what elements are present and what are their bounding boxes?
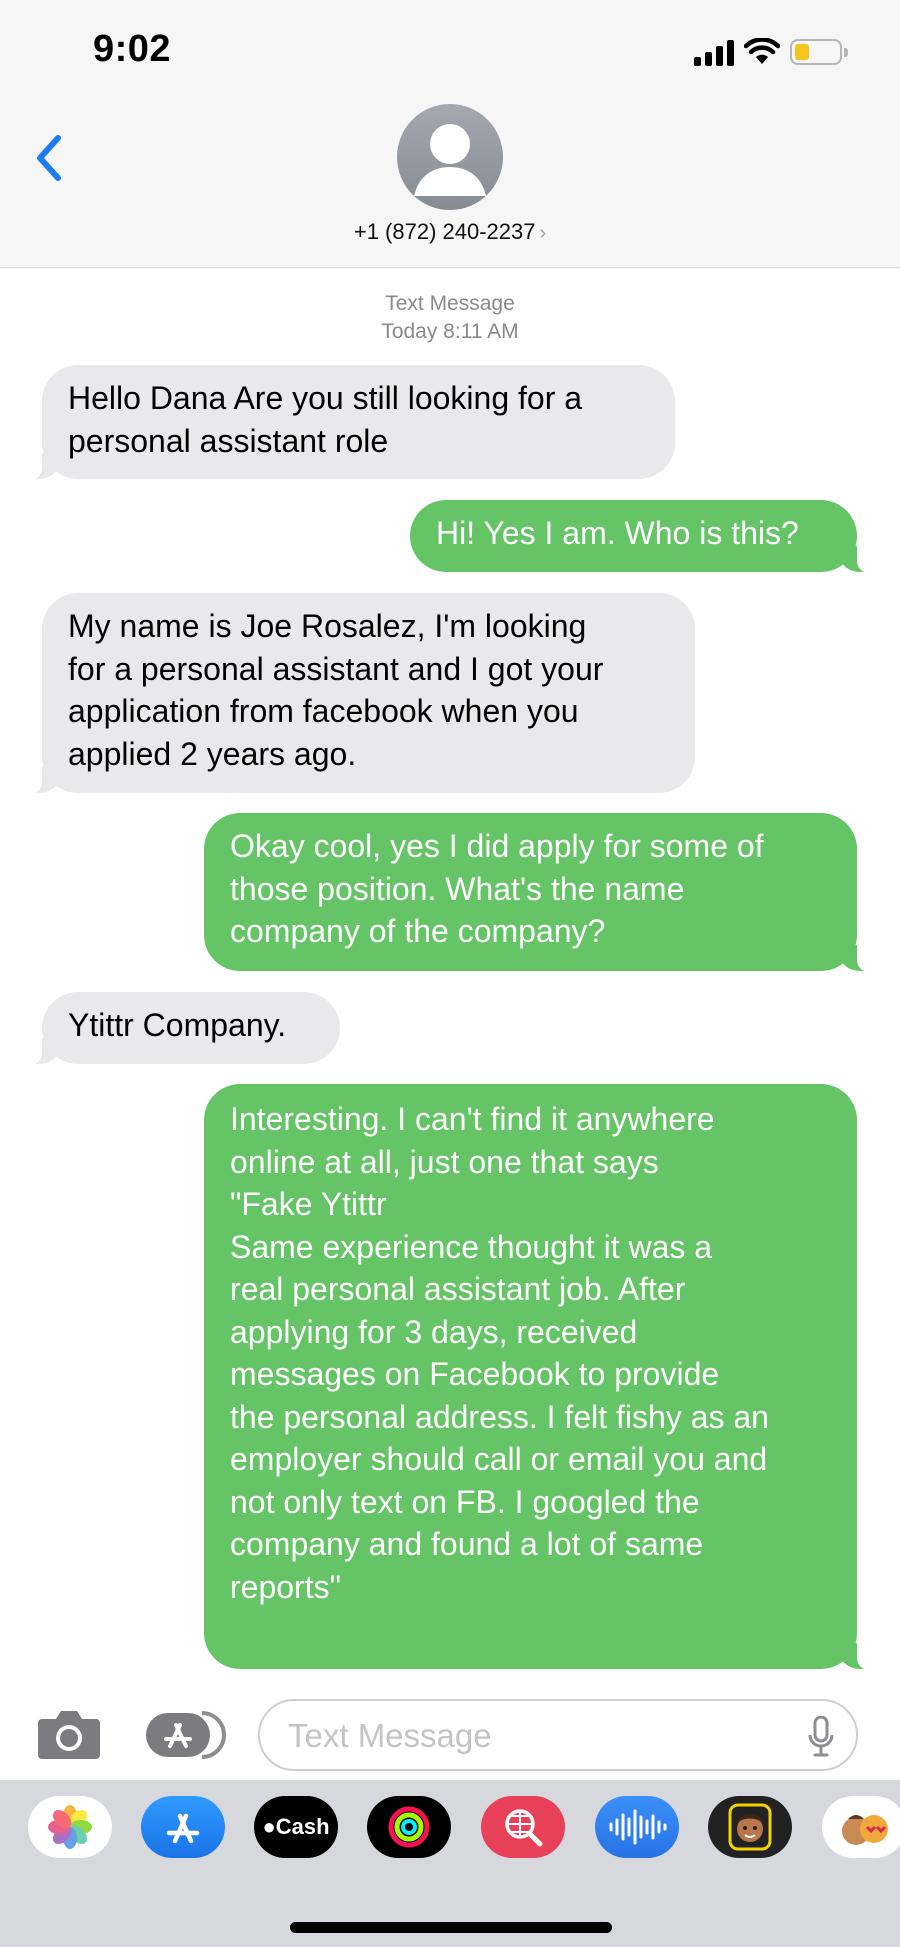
waveform-icon <box>609 1809 667 1845</box>
message-bubble-outgoing[interactable]: Interesting. I can't find it anywhere on… <box>204 1084 877 1670</box>
apple-cash-label: Cash <box>275 1814 330 1839</box>
message-bubble-outgoing[interactable]: Hi! Yes I am. Who is this? <box>410 500 877 573</box>
microphone-icon[interactable] <box>808 1716 834 1758</box>
image-search-icon[interactable] <box>481 1796 565 1858</box>
message-bubble-incoming[interactable]: Hello Dana Are you still looking for a p… <box>22 365 675 480</box>
message-input[interactable]: Text Message <box>258 1699 858 1771</box>
photos-icon[interactable] <box>28 1796 112 1858</box>
apple-logo-icon: ● <box>262 1814 276 1839</box>
contact-number[interactable]: +1 (872) 240-2237 <box>354 219 536 244</box>
animoji-icon[interactable] <box>822 1796 900 1858</box>
message-text: Hello Dana Are you still looking for a p… <box>68 380 583 459</box>
message-text: Hi! Yes I am. Who is this? <box>436 515 799 551</box>
battery-icon <box>790 39 848 65</box>
message-text: Interesting. I can't find it anywhere on… <box>230 1101 769 1605</box>
cellular-signal-icon <box>694 38 734 66</box>
apple-cash-icon[interactable]: ● Cash <box>254 1796 338 1858</box>
person-silhouette-icon <box>414 124 486 196</box>
memoji-icon[interactable] <box>708 1796 792 1858</box>
message-input-placeholder: Text Message <box>288 1717 492 1754</box>
message-text: Okay cool, yes I did apply for some of t… <box>230 828 764 949</box>
status-icons <box>694 32 848 72</box>
app-store-a-icon <box>166 1813 200 1844</box>
photos-flower-icon <box>48 1805 92 1849</box>
app-store-icon[interactable] <box>141 1796 225 1858</box>
message-text: My name is Joe Rosalez, I'm looking for … <box>68 608 604 772</box>
animoji-faces-icon <box>842 1815 888 1845</box>
contact-name[interactable]: +1 (872) 240-2237 › <box>0 219 900 245</box>
home-indicator[interactable] <box>290 1922 612 1933</box>
audio-message-icon[interactable] <box>595 1796 679 1858</box>
message-bubble-incoming[interactable]: Ytittr Company. <box>22 992 340 1065</box>
message-text: Ytittr Company. <box>68 1007 287 1043</box>
message-bubble-outgoing[interactable]: Okay cool, yes I did apply for some of t… <box>204 813 877 972</box>
activity-icon[interactable] <box>367 1796 451 1858</box>
message-timestamp: Today 8:11 AM <box>381 320 519 343</box>
app-store-icon[interactable] <box>144 1710 226 1760</box>
globe-search-icon <box>505 1809 543 1847</box>
status-time: 9:02 <box>93 28 172 70</box>
message-bubble-incoming[interactable]: My name is Joe Rosalez, I'm looking for … <box>22 593 695 794</box>
message-service-label: Text Message <box>385 292 515 315</box>
conversation-header: 9:02 +1 (872) 240-2237 › <box>0 0 900 268</box>
memoji-face-icon <box>728 1803 772 1851</box>
contact-avatar[interactable] <box>397 104 503 210</box>
back-chevron-icon[interactable] <box>30 130 70 186</box>
camera-icon[interactable] <box>36 1707 102 1761</box>
contact-chevron-icon: › <box>539 222 547 244</box>
wifi-icon <box>744 38 780 64</box>
activity-rings-icon <box>388 1806 430 1848</box>
